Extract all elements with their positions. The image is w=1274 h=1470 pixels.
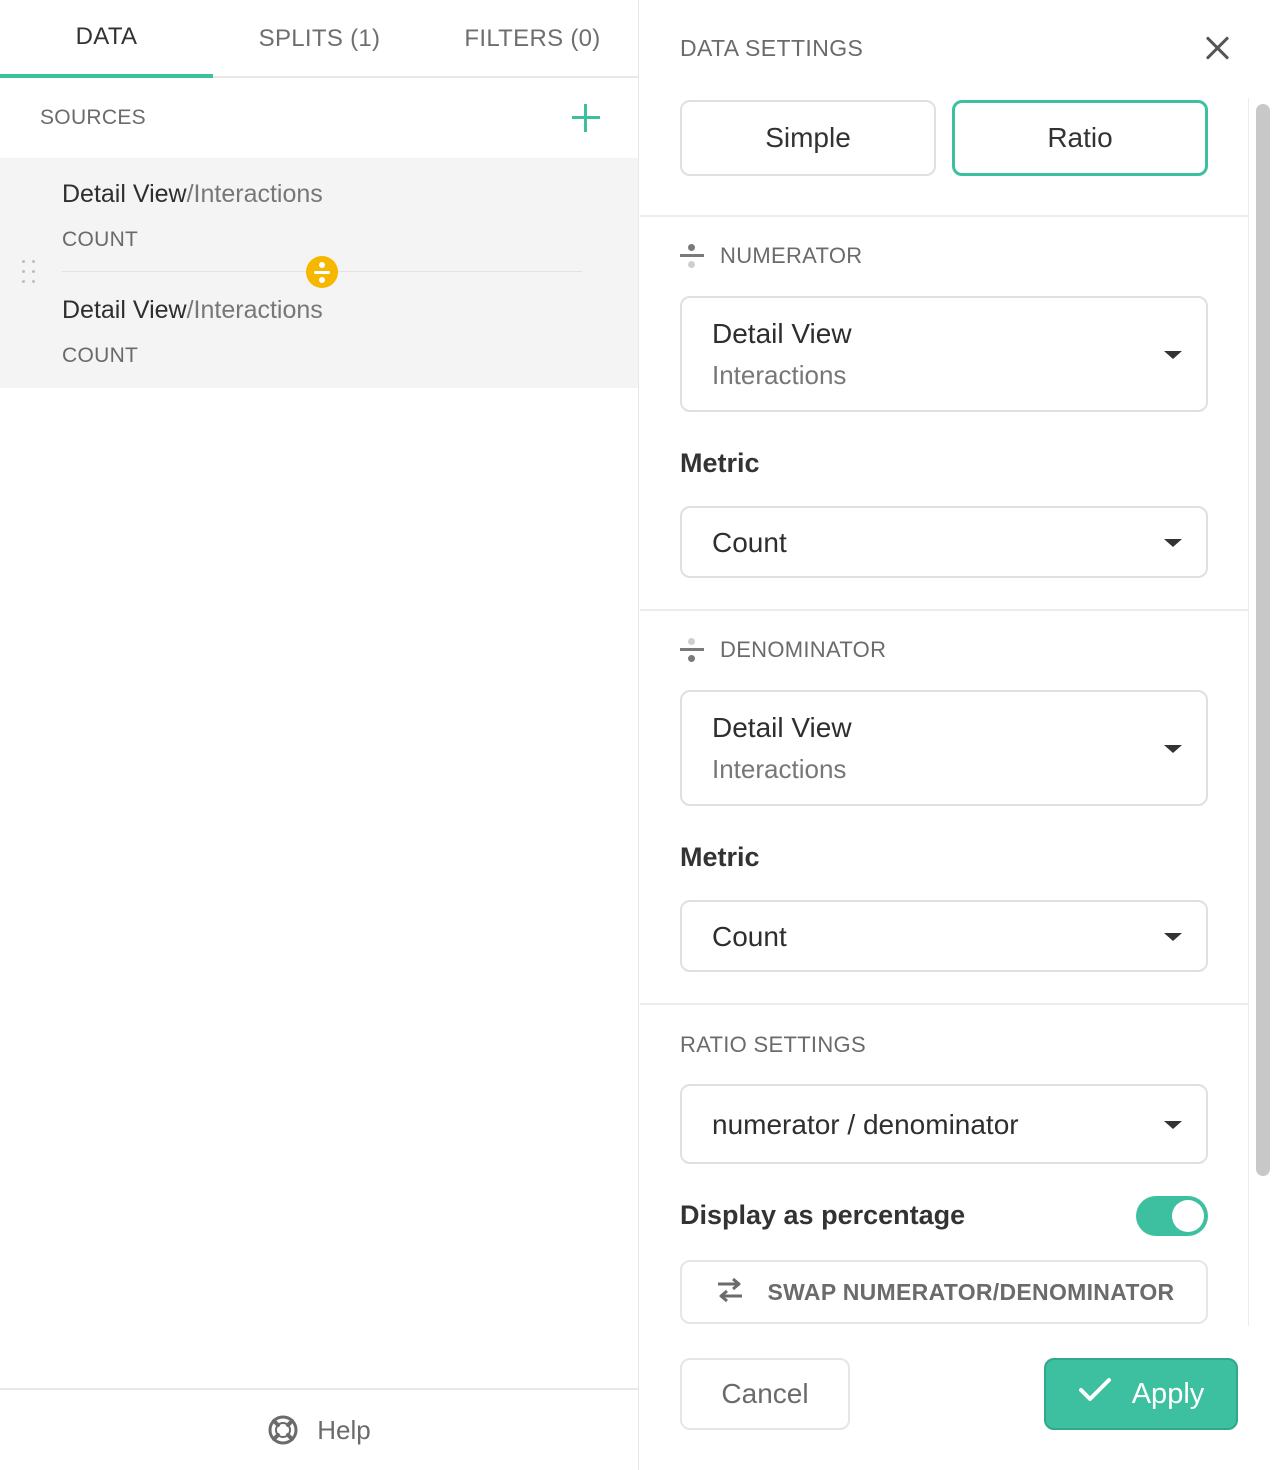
- source-denominator-name: Detail View/Interactions: [62, 296, 323, 325]
- numerator-metric-label: Metric: [680, 448, 760, 478]
- denominator-metric-select[interactable]: Count: [680, 900, 1208, 972]
- close-icon[interactable]: [1202, 32, 1234, 64]
- denominator-icon: [680, 637, 704, 663]
- apply-button[interactable]: Apply: [1044, 1358, 1238, 1430]
- section-divider: [640, 1003, 1248, 1005]
- tab-data[interactable]: DATA: [0, 0, 213, 78]
- denominator-label: DENOMINATOR: [720, 637, 887, 662]
- select-main-text: Count: [712, 527, 787, 558]
- source-numerator-metric: COUNT: [62, 228, 139, 251]
- numerator-metric-select[interactable]: Count: [680, 506, 1208, 578]
- chevron-down-icon: [1164, 745, 1182, 753]
- swap-numerator-denominator-button[interactable]: SWAP NUMERATOR/DENOMINATOR: [680, 1260, 1208, 1324]
- tab-filters[interactable]: FILTERS (0): [426, 0, 639, 78]
- tab-bar: DATA SPLITS (1) FILTERS (0): [0, 0, 638, 78]
- help-button[interactable]: Help: [0, 1388, 638, 1470]
- simple-mode-button[interactable]: Simple: [680, 100, 936, 176]
- source-subtitle: /Interactions: [186, 296, 323, 324]
- chevron-down-icon: [1164, 1121, 1182, 1129]
- apply-label: Apply: [1131, 1377, 1205, 1410]
- section-divider: [640, 609, 1248, 611]
- display-percentage-label: Display as percentage: [680, 1200, 966, 1230]
- scrollbar-thumb[interactable]: [1256, 104, 1270, 1176]
- tab-splits[interactable]: SPLITS (1): [213, 0, 426, 78]
- sources-header: SOURCES: [0, 78, 638, 158]
- denominator-header: DENOMINATOR: [680, 637, 886, 663]
- denominator-metric-label: Metric: [680, 842, 760, 872]
- section-divider: [640, 215, 1248, 217]
- divide-icon: [306, 256, 338, 288]
- ratio-formula-select[interactable]: numerator / denominator: [680, 1084, 1208, 1164]
- source-denominator-metric: COUNT: [62, 344, 139, 367]
- numerator-icon: [680, 243, 704, 269]
- source-title: Detail View: [62, 180, 187, 208]
- data-settings-panel: DATA SETTINGS Simple Ratio NUMERATOR Det…: [640, 0, 1274, 1470]
- source-numerator-name: Detail View/Interactions: [62, 180, 323, 209]
- select-sub-text: Interactions: [712, 360, 847, 390]
- cancel-button[interactable]: Cancel: [680, 1358, 850, 1430]
- source-title: Detail View: [62, 296, 187, 324]
- select-main-text: Count: [712, 921, 787, 952]
- left-panel: DATA SPLITS (1) FILTERS (0) SOURCES Deta…: [0, 0, 639, 1470]
- select-main-text: numerator / denominator: [712, 1109, 1019, 1140]
- ratio-mode-button[interactable]: Ratio: [952, 100, 1208, 176]
- select-sub-text: Interactions: [712, 754, 847, 784]
- ratio-settings-label: RATIO SETTINGS: [680, 1032, 866, 1057]
- swap-arrows-icon: [714, 1274, 746, 1311]
- denominator-source-select[interactable]: Detail View Interactions: [680, 690, 1208, 806]
- numerator-source-select[interactable]: Detail View Interactions: [680, 296, 1208, 412]
- chevron-down-icon: [1164, 539, 1182, 547]
- lifebuoy-icon: [267, 1414, 299, 1446]
- display-percentage-toggle[interactable]: [1136, 1196, 1208, 1236]
- select-main-text: Detail View: [712, 712, 852, 743]
- sources-label: SOURCES: [40, 106, 146, 129]
- source-subtitle: /Interactions: [186, 180, 323, 208]
- numerator-header: NUMERATOR: [680, 243, 862, 269]
- numerator-label: NUMERATOR: [720, 243, 863, 268]
- help-label: Help: [317, 1414, 371, 1445]
- check-icon: [1078, 1376, 1112, 1412]
- panel-title: DATA SETTINGS: [680, 35, 864, 61]
- drag-handle-icon[interactable]: [22, 260, 40, 286]
- toggle-knob: [1172, 1200, 1204, 1232]
- chevron-down-icon: [1164, 351, 1182, 359]
- select-main-text: Detail View: [712, 318, 852, 349]
- swap-label: SWAP NUMERATOR/DENOMINATOR: [767, 1278, 1175, 1305]
- chevron-down-icon: [1164, 933, 1182, 941]
- add-source-button[interactable]: [566, 98, 606, 138]
